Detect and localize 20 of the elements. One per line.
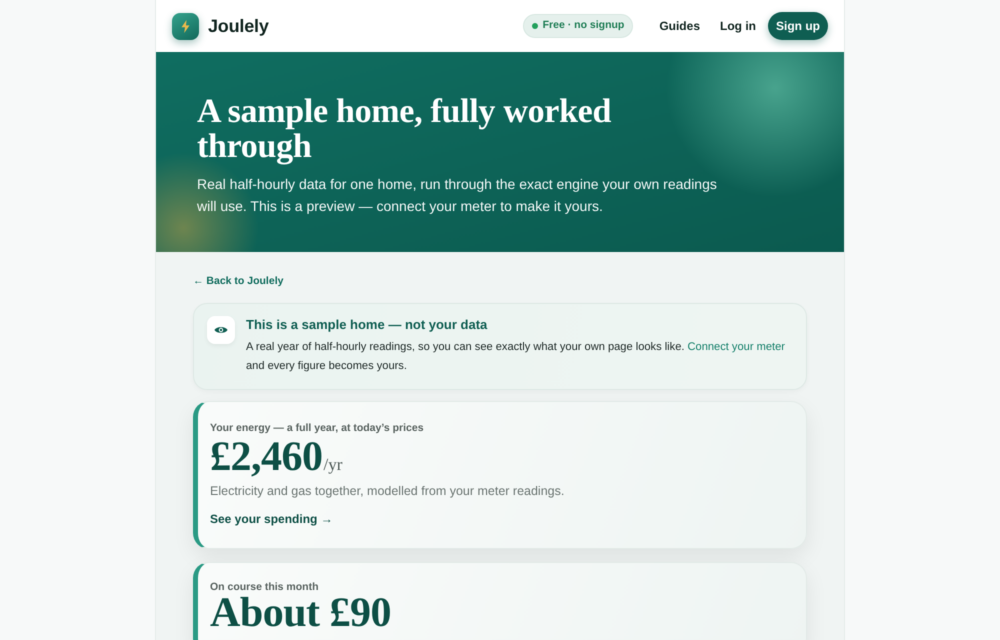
card-description: Electricity and gas together, modelled from your meter readings. <box>210 483 566 500</box>
amount-value: £2,460 <box>210 435 322 479</box>
notice-title: This is a sample home — not your data <box>246 316 488 334</box>
badge-label: Free · no signup <box>542 18 624 34</box>
logo-text: Joulely <box>208 14 269 38</box>
sign-up-button[interactable]: Sign up <box>768 12 828 40</box>
card-label: On course this month <box>210 580 320 594</box>
hero-title: A sample home, fully worked through <box>197 94 612 164</box>
amount-unit: /yr <box>324 455 342 475</box>
connect-meter-link[interactable]: Connect your meter <box>688 341 785 353</box>
hero-subtitle: Real half-hourly data for one home, run through the exact engine your own readings will use. This is a preview — connect your meter to make it yours. <box>197 175 718 216</box>
card-label: Your energy — a full year, at today’s prices <box>210 421 425 435</box>
nav-link[interactable]: Log in <box>720 17 756 35</box>
nav-link[interactable]: Guides <box>659 17 700 35</box>
eye-icon <box>207 316 235 344</box>
lightning-bolt-icon <box>172 12 199 40</box>
back-link[interactable]: ← Back to Joulely <box>193 274 284 288</box>
spending-link[interactable]: See your spending → <box>210 511 333 527</box>
notice-text: A real year of half-hourly readings, so you can see exactly what your own page looks like. Connect your meter and every figure becomes yours. <box>246 340 786 374</box>
amount-value: About £90 <box>210 594 392 632</box>
